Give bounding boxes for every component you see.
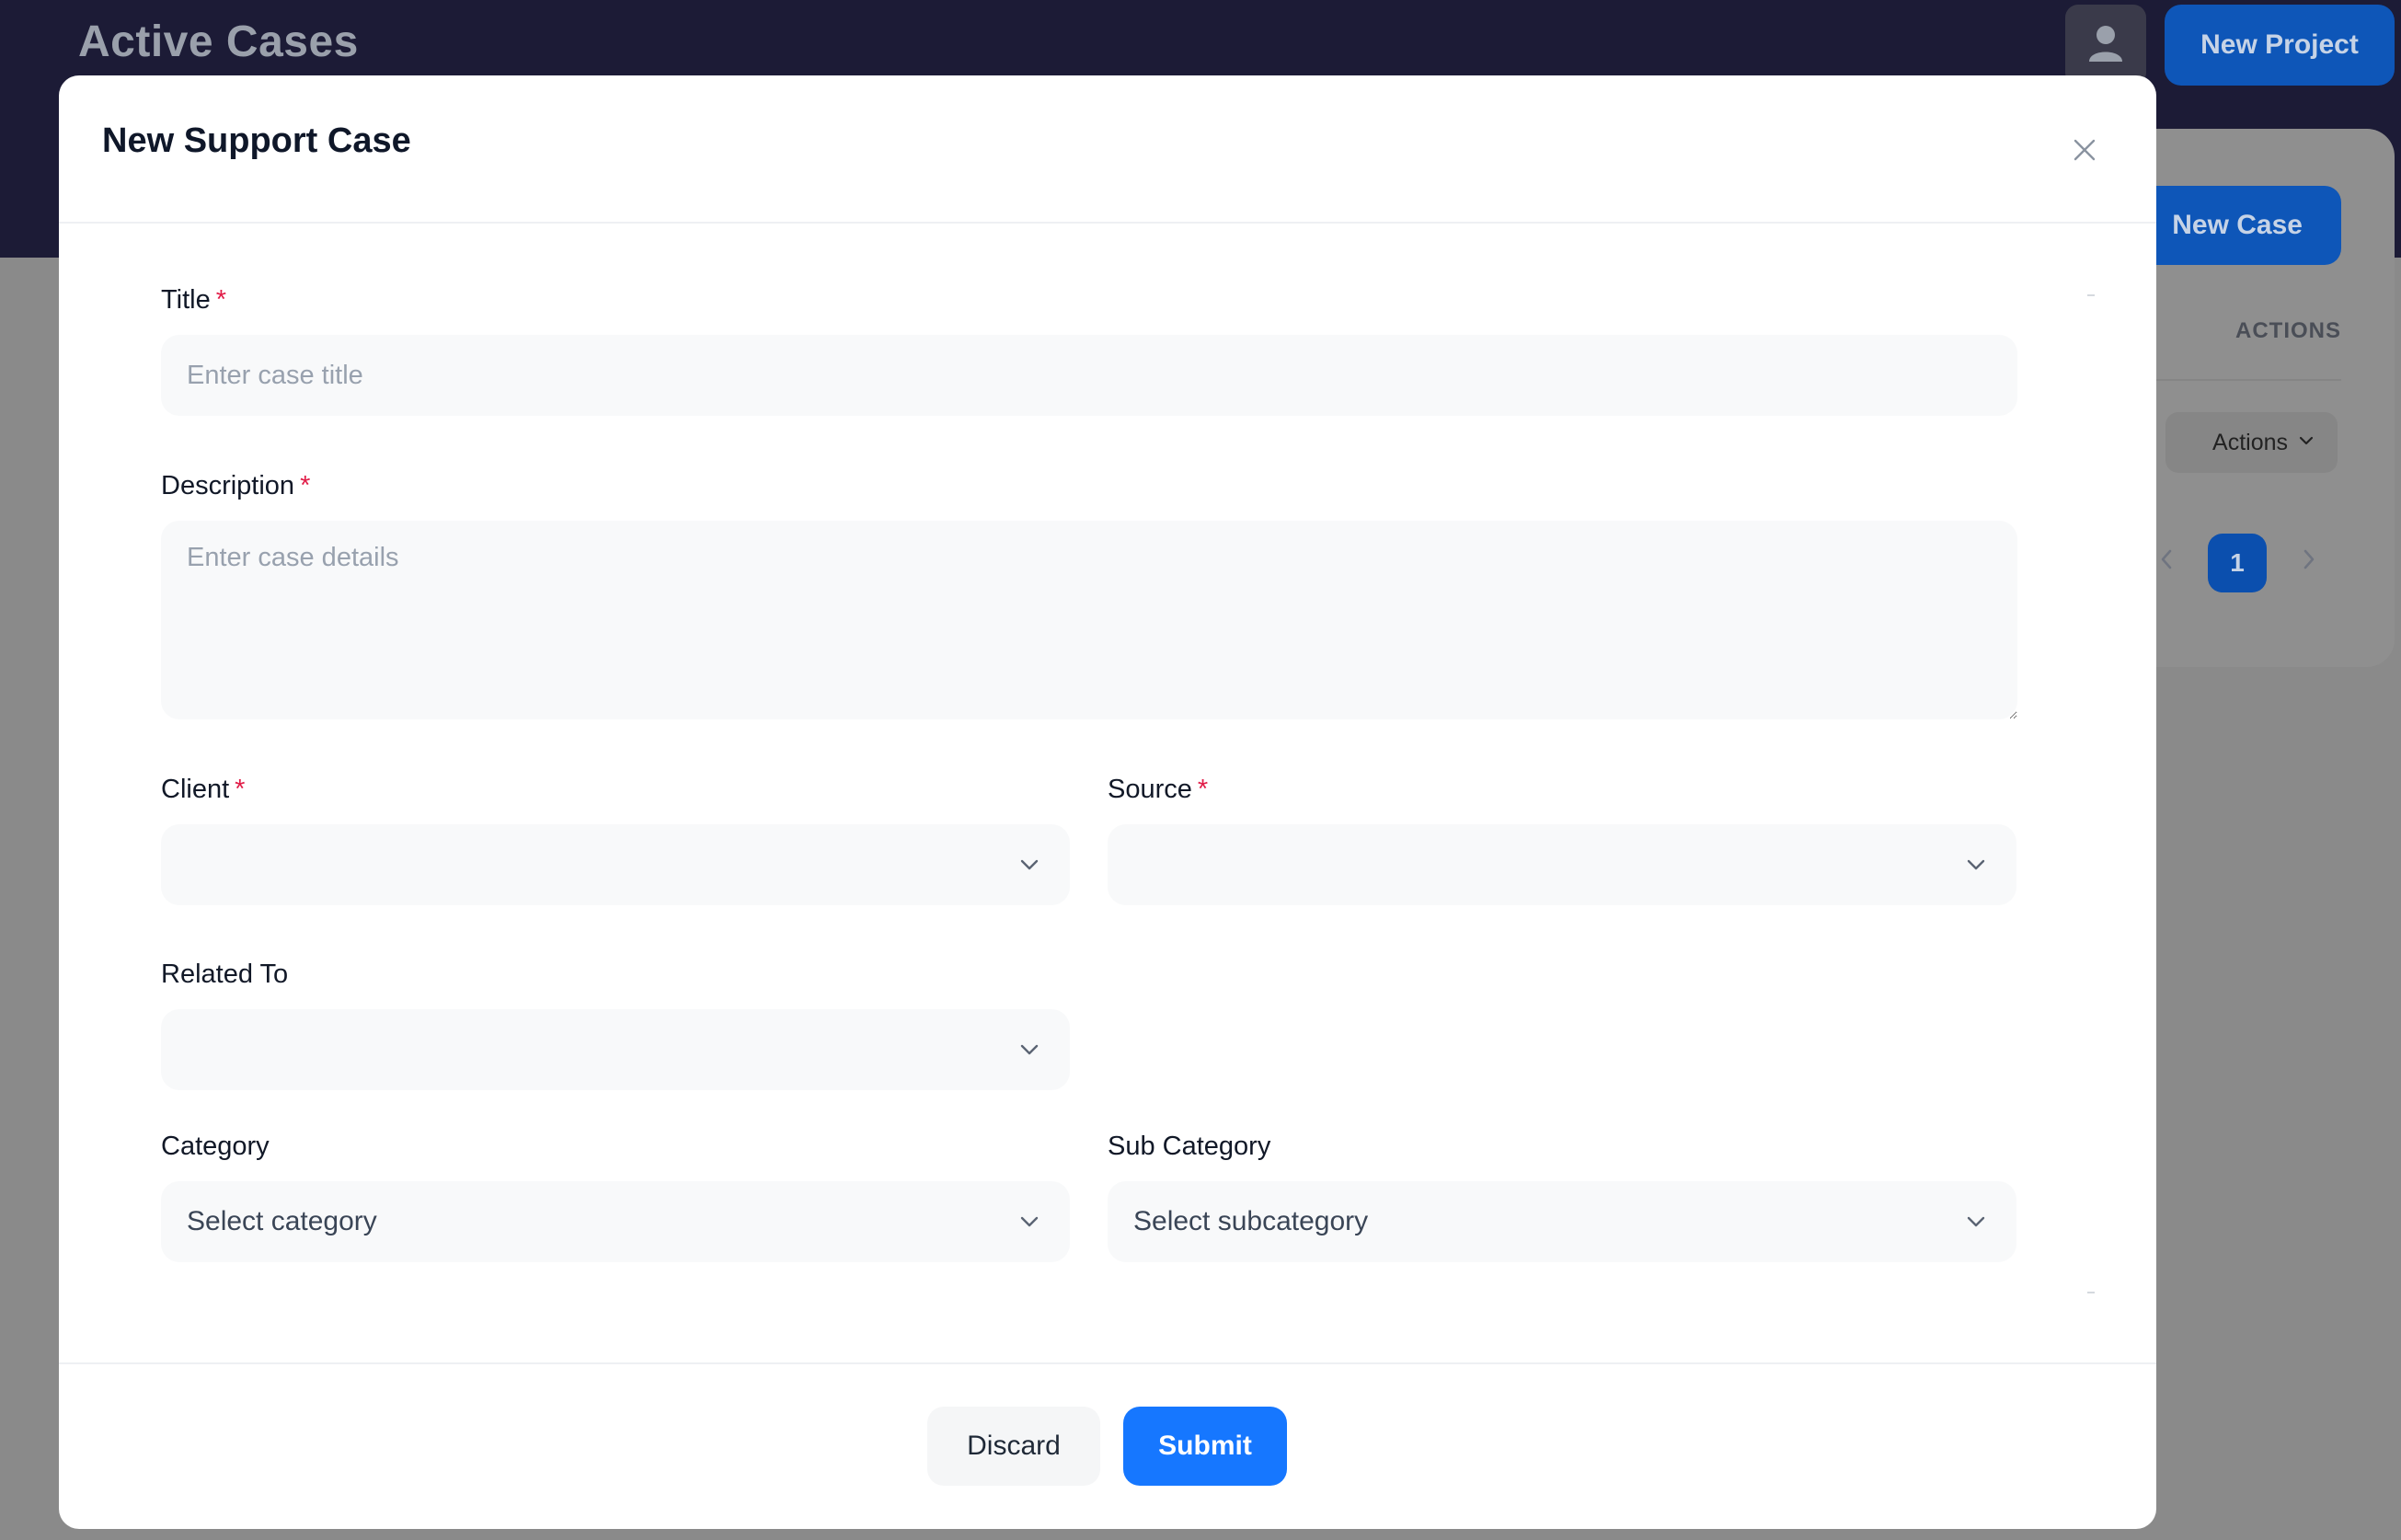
chevron-right-icon bbox=[2300, 547, 2318, 576]
related-to-label: Related To bbox=[161, 960, 289, 989]
chevron-down-icon bbox=[1963, 852, 1989, 878]
page-title: Active Cases bbox=[78, 17, 359, 66]
discard-button[interactable]: Discard bbox=[927, 1407, 1100, 1486]
pagination-page[interactable]: 1 bbox=[2208, 534, 2267, 592]
chevron-down-icon bbox=[1017, 852, 1042, 878]
sub-category-select[interactable]: Select subcategory bbox=[1108, 1181, 2016, 1262]
required-marker: * bbox=[300, 471, 311, 500]
avatar-button[interactable] bbox=[2065, 5, 2146, 86]
scroll-indicator-bottom bbox=[2087, 1292, 2095, 1293]
chevron-left-icon bbox=[2157, 547, 2176, 576]
actions-dropdown-label: Actions bbox=[2212, 429, 2288, 455]
required-marker: * bbox=[215, 285, 227, 315]
modal-header: New Support Case bbox=[59, 75, 2156, 224]
actions-dropdown[interactable]: Actions bbox=[2165, 412, 2338, 473]
chevron-down-icon bbox=[2297, 430, 2315, 456]
source-label: Source * bbox=[1108, 775, 1209, 804]
sub-category-label: Sub Category bbox=[1108, 1132, 1271, 1161]
title-input[interactable] bbox=[161, 335, 2017, 416]
modal-title: New Support Case bbox=[102, 121, 411, 160]
title-label: Title * bbox=[161, 285, 227, 315]
chevron-down-icon bbox=[1017, 1037, 1042, 1063]
category-label: Category bbox=[161, 1132, 270, 1161]
chevron-down-icon bbox=[1963, 1209, 1989, 1235]
related-to-select[interactable] bbox=[161, 1009, 1070, 1090]
close-button[interactable] bbox=[2064, 131, 2105, 171]
user-icon bbox=[2087, 23, 2124, 68]
source-select[interactable] bbox=[1108, 824, 2016, 905]
new-project-button[interactable]: New Project bbox=[2165, 5, 2395, 86]
client-select[interactable] bbox=[161, 824, 1070, 905]
modal-footer: Discard Submit bbox=[59, 1362, 2156, 1529]
description-textarea[interactable] bbox=[161, 521, 2017, 719]
scroll-indicator-top bbox=[2087, 294, 2095, 296]
pagination-next[interactable] bbox=[2291, 543, 2327, 580]
required-marker: * bbox=[235, 775, 246, 804]
table-divider bbox=[2153, 379, 2341, 381]
close-icon bbox=[2073, 138, 2097, 165]
required-marker: * bbox=[1197, 775, 1209, 804]
category-select-value: Select category bbox=[187, 1206, 377, 1236]
description-label: Description * bbox=[161, 471, 311, 500]
category-select[interactable]: Select category bbox=[161, 1181, 1070, 1262]
sub-category-select-value: Select subcategory bbox=[1133, 1206, 1369, 1236]
submit-button[interactable]: Submit bbox=[1123, 1407, 1287, 1486]
chevron-down-icon bbox=[1017, 1209, 1042, 1235]
client-label: Client * bbox=[161, 775, 246, 804]
new-support-case-modal: New Support Case Title* Description* Cli… bbox=[59, 75, 2156, 1529]
actions-column-header: ACTIONS bbox=[2235, 318, 2341, 343]
